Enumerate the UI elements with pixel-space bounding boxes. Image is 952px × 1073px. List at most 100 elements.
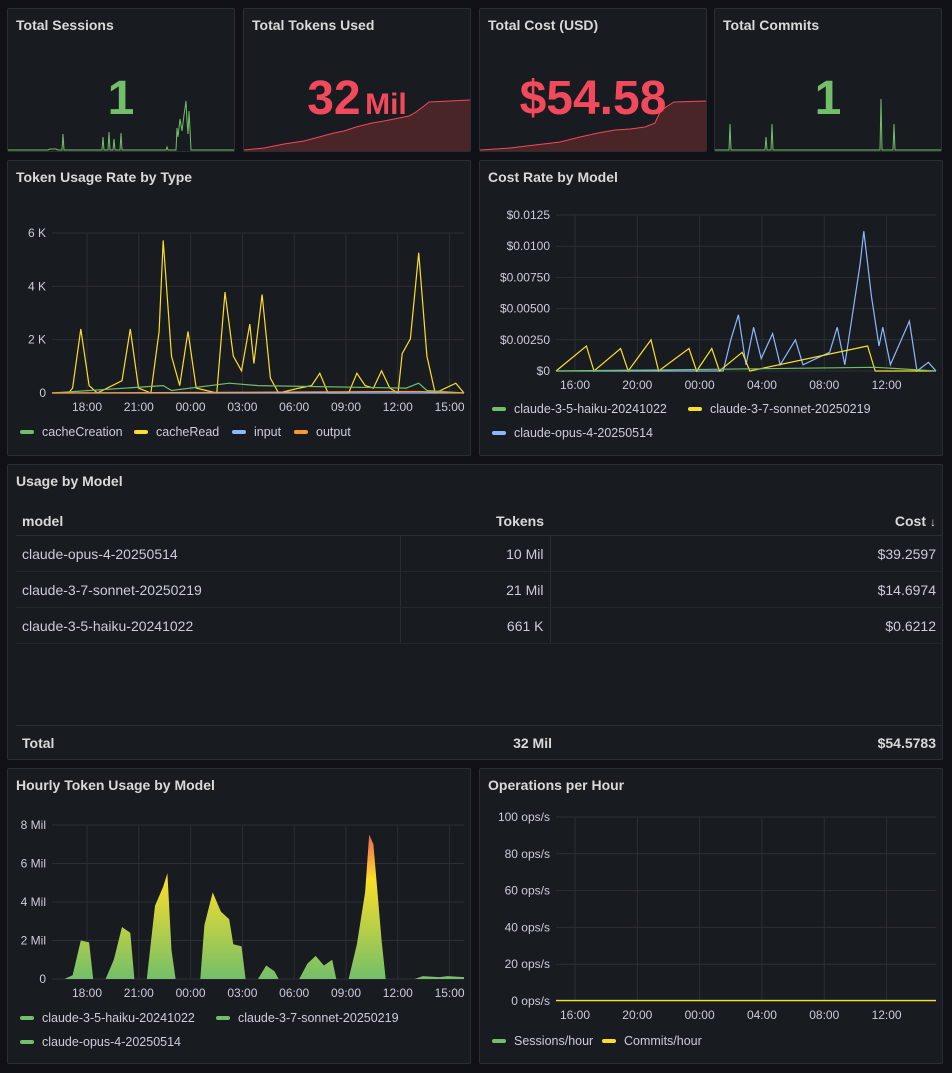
x-tick-label: 12:00 — [383, 400, 413, 414]
legend-swatch — [602, 1039, 616, 1043]
x-tick-label: 04:00 — [747, 378, 777, 392]
panel-title: Token Usage Rate by Type — [16, 169, 193, 185]
legend-item[interactable]: claude-3-5-haiku-20241022 — [20, 1011, 195, 1025]
panel-title: Operations per Hour — [488, 777, 625, 793]
stat-value: $54.58 — [519, 72, 667, 125]
column-header-tokens[interactable]: Tokens — [400, 507, 550, 536]
y-tick-label: 2 K — [28, 333, 46, 347]
usage-table: model Tokens Cost ↓ claude-opus-4-2025051… — [16, 507, 942, 644]
legend-item[interactable]: claude-3-7-sonnet-20250219 — [216, 1011, 399, 1025]
legend-label: input — [254, 425, 282, 439]
x-tick-label: 21:00 — [124, 400, 154, 414]
legend-swatch — [20, 1040, 34, 1044]
y-tick-label: 8 Mil — [21, 818, 46, 832]
stat-panel-cost[interactable]: Total Cost (USD) $54.58 — [479, 8, 707, 152]
table-row[interactable]: claude-3-5-haiku-20241022 661 K $0.6212 — [16, 607, 942, 644]
cell-tokens: 21 Mil — [399, 571, 550, 608]
y-tick-label: $0.0100 — [507, 239, 551, 253]
token-rate-chart: 0 2 K 4 K 6 K 18:00 21:00 00:00 03:00 06:00 09:00… — [28, 226, 465, 414]
table-header-row: model Tokens Cost ↓ — [16, 507, 942, 536]
column-header-model[interactable]: model — [16, 507, 400, 536]
x-tick-label: 12:00 — [383, 986, 413, 1000]
column-header-label: Cost — [894, 513, 926, 529]
legend-item[interactable]: Sessions/hour — [492, 1034, 593, 1048]
legend-item[interactable]: cacheRead — [134, 425, 219, 439]
stat-panel-tokens[interactable]: Total Tokens Used 32 Mil — [243, 8, 471, 152]
usage-table-panel[interactable]: Usage by Model model Tokens Cost ↓ claude… — [7, 464, 943, 760]
footer-total-cost: $54.5783 — [877, 735, 936, 751]
footer-total-label: Total — [22, 735, 55, 751]
cell-cost: $39.2597 — [549, 535, 942, 572]
stat-value: 32 Mil — [244, 71, 470, 126]
y-tick-label: 4 K — [28, 279, 46, 293]
legend-item[interactable]: claude-3-7-sonnet-20250219 — [688, 402, 871, 416]
y-tick-label: 60 ops/s — [505, 884, 550, 898]
x-tick-label: 18:00 — [72, 400, 102, 414]
y-tick-label: 4 Mil — [21, 895, 46, 909]
legend-swatch — [688, 407, 702, 411]
y-tick-label: 80 ops/s — [505, 847, 550, 861]
legend-item[interactable]: Commits/hour — [602, 1034, 702, 1048]
legend-label: Sessions/hour — [514, 1034, 594, 1048]
hourly-usage-chart: 0 2 Mil 4 Mil 6 Mil 8 Mil 18:00 21:00 00:00 03:0… — [21, 818, 465, 1000]
legend-item[interactable]: output — [294, 425, 351, 439]
cost-rate-chart: $0 $0.00250 $0.00500 $0.00750 $0.0100 $0.0125… — [500, 208, 937, 392]
y-tick-label: 6 K — [28, 226, 46, 240]
y-tick-label: 0 ops/s — [511, 994, 550, 1008]
table-row[interactable]: claude-opus-4-20250514 10 Mil $39.2597 — [16, 535, 942, 572]
x-tick-label: 09:00 — [331, 400, 361, 414]
legend-swatch — [492, 1039, 506, 1043]
cell-model: claude-opus-4-20250514 — [16, 535, 400, 572]
series-line-cacheRead — [68, 240, 465, 394]
legend-item[interactable]: claude-3-5-haiku-20241022 — [492, 402, 667, 416]
x-tick-label: 08:00 — [809, 378, 839, 392]
legend-swatch — [20, 430, 34, 434]
legend-item[interactable]: cacheCreation — [20, 425, 123, 439]
y-tick-label: $0.00750 — [500, 270, 550, 284]
cell-model: claude-3-7-sonnet-20250219 — [16, 571, 400, 608]
table-footer: Total 32 Mil $54.5783 — [16, 725, 942, 759]
stat-unit: Mil — [365, 88, 407, 121]
legend-label: cacheRead — [156, 425, 220, 439]
legend-label: output — [316, 425, 351, 439]
legend-label: claude-opus-4-20250514 — [42, 1035, 181, 1049]
x-tick-label: 03:00 — [227, 400, 257, 414]
y-tick-label: 20 ops/s — [505, 957, 550, 971]
legend-label: claude-opus-4-20250514 — [514, 426, 653, 440]
hourly-usage-panel[interactable]: Hourly Token Usage by Model 0 2 Mil 4 Mil 6… — [7, 768, 471, 1064]
x-tick-label: 06:00 — [279, 400, 309, 414]
column-header-label: Tokens — [496, 513, 544, 529]
legend-item[interactable]: input — [232, 425, 281, 439]
y-tick-label: 40 ops/s — [505, 920, 550, 934]
ops-panel[interactable]: Operations per Hour 0 ops/s 20 ops/s 40 op… — [479, 768, 943, 1064]
legend-label: claude-3-5-haiku-20241022 — [514, 402, 667, 416]
legend-item[interactable]: claude-opus-4-20250514 — [492, 426, 653, 440]
column-header-cost[interactable]: Cost ↓ — [550, 507, 942, 536]
stat-panel-commits[interactable]: Total Commits 1 — [714, 8, 942, 152]
x-tick-label: 15:00 — [435, 986, 465, 1000]
arrow-down-icon[interactable]: ↓ — [930, 515, 936, 529]
x-tick-label: 03:00 — [227, 986, 257, 1000]
stat-value: 1 — [814, 72, 842, 125]
x-tick-label: 09:00 — [331, 986, 361, 1000]
y-tick-label: 0 — [39, 972, 46, 986]
area-fill — [52, 834, 464, 979]
y-tick-label: 2 Mil — [21, 934, 46, 948]
legend-label: claude-3-5-haiku-20241022 — [42, 1011, 195, 1025]
x-tick-label: 12:00 — [872, 1008, 902, 1022]
table-row[interactable]: claude-3-7-sonnet-20250219 21 Mil $14.69… — [16, 571, 942, 608]
token-rate-panel[interactable]: Token Usage Rate by Type 0 2 K 4 K 6 K 18:00… — [7, 160, 471, 456]
legend-swatch — [216, 1016, 230, 1020]
cost-rate-panel[interactable]: Cost Rate by Model $0 $0.00250 $0.00500 $0.… — [479, 160, 943, 456]
series-line-claude-opus-4-20250514 — [556, 231, 937, 373]
legend-swatch — [20, 1016, 34, 1020]
x-tick-label: 04:00 — [747, 1008, 777, 1022]
y-tick-label: $0.00500 — [500, 302, 550, 316]
legend-item[interactable]: claude-opus-4-20250514 — [20, 1035, 181, 1049]
stat-panel-sessions[interactable]: Total Sessions 1 — [7, 8, 235, 152]
y-tick-label: $0.0125 — [507, 208, 551, 222]
ops-chart: 0 ops/s 20 ops/s 40 ops/s 60 ops/s 80 ops/s 1… — [498, 810, 936, 1022]
x-tick-label: 00:00 — [685, 1008, 715, 1022]
cell-model: claude-3-5-haiku-20241022 — [16, 607, 400, 644]
legend-swatch — [294, 430, 308, 434]
